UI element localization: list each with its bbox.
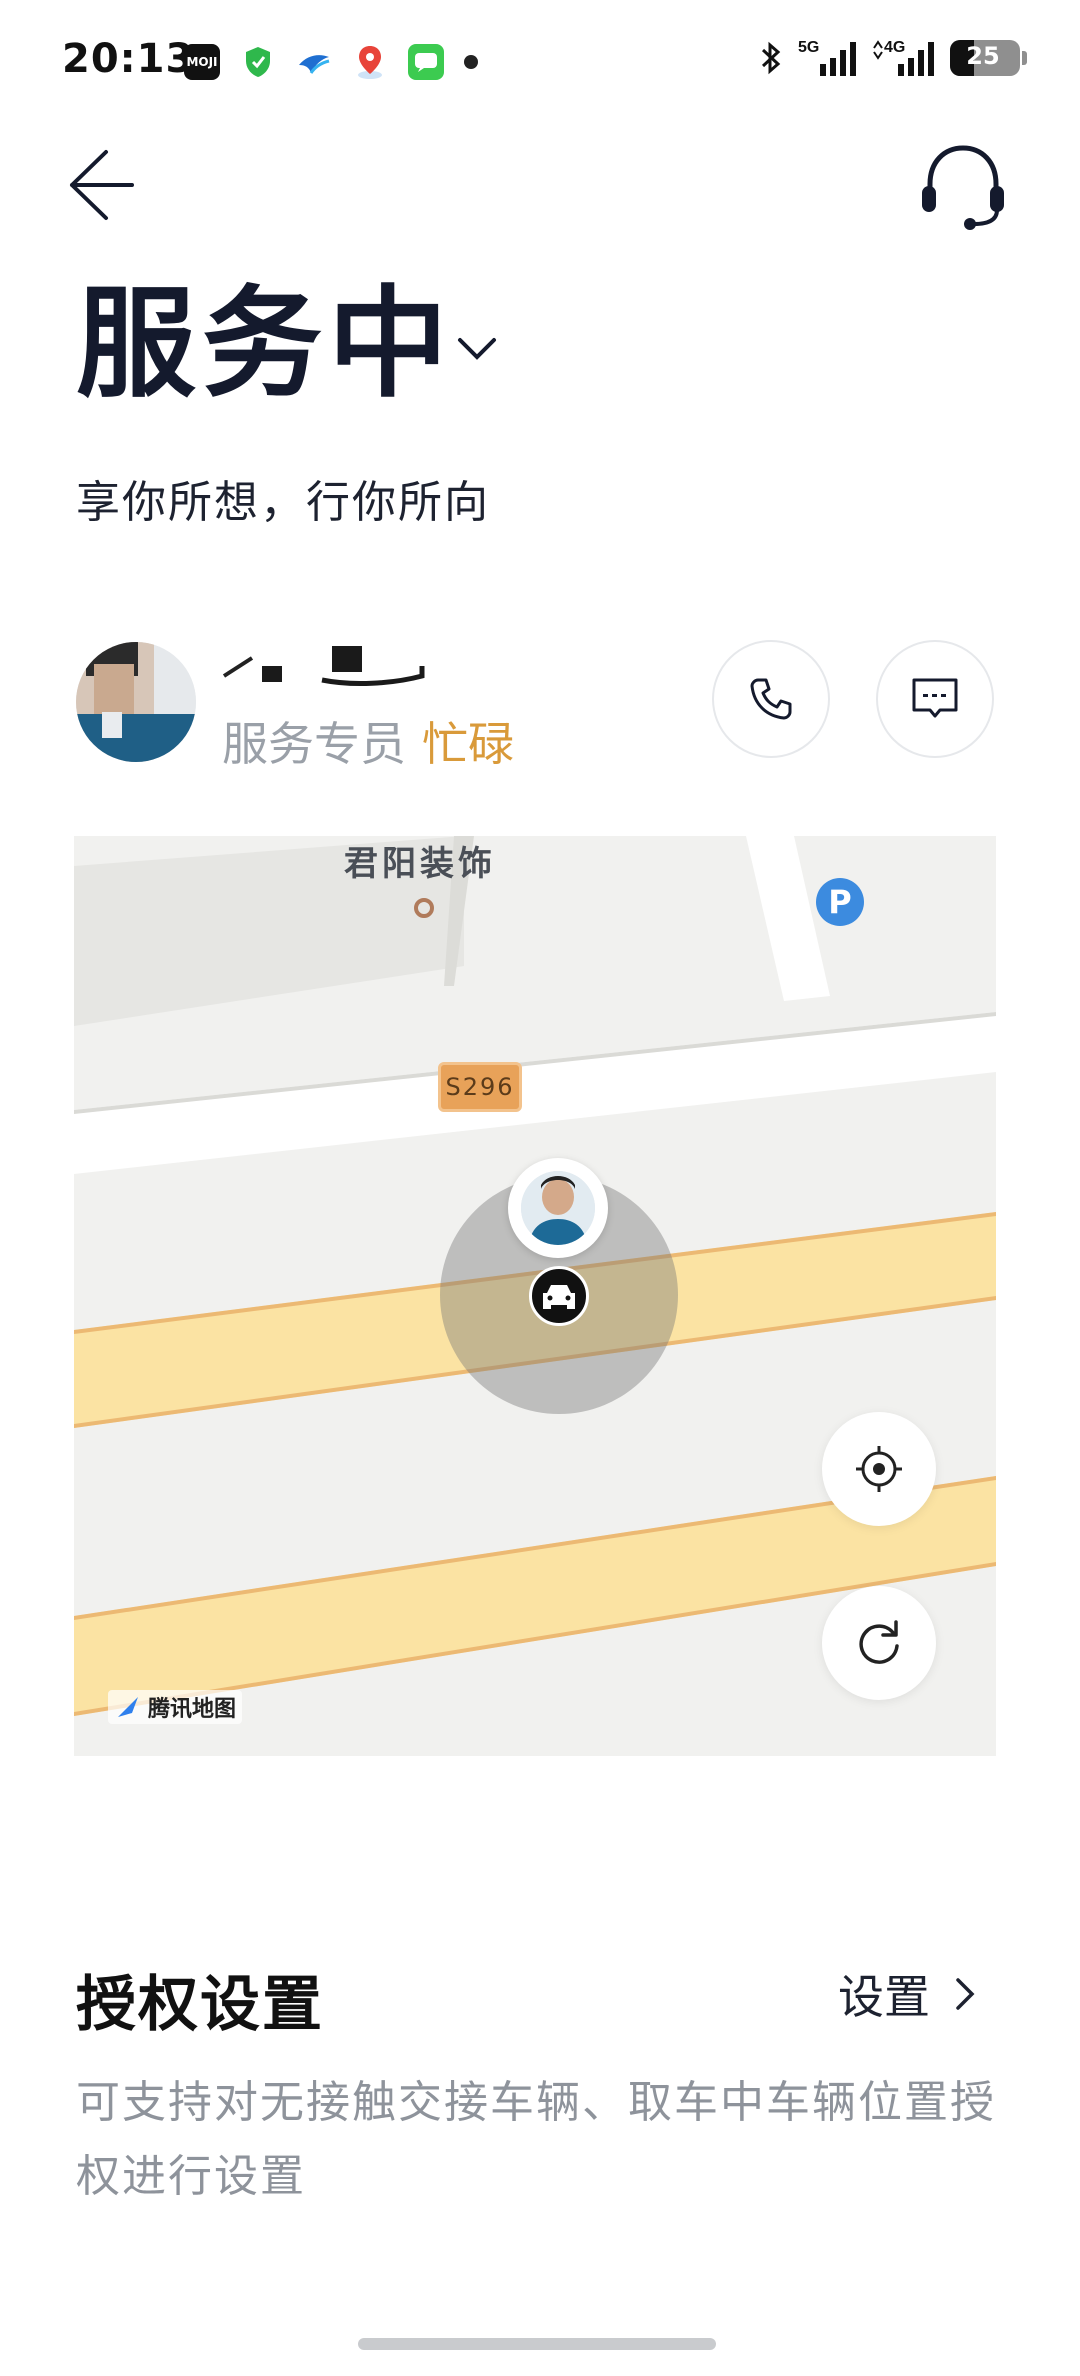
- arrow-left-icon: [70, 150, 134, 220]
- car-marker: [529, 1266, 589, 1326]
- status-dropdown[interactable]: [452, 330, 502, 370]
- customer-service-button[interactable]: [908, 136, 1018, 236]
- authorization-settings-label: 设置: [838, 1970, 930, 2024]
- bird-icon: [296, 44, 332, 80]
- map-pin-icon: [352, 44, 388, 80]
- svg-text:4G: 4G: [884, 39, 905, 56]
- svg-text:5G: 5G: [798, 39, 819, 56]
- headset-icon: [922, 145, 1004, 230]
- status-bar: 20:13 MOJI 5G 4G 25: [0, 0, 1080, 120]
- agent-role-label: 服务专员: [222, 717, 406, 771]
- authorization-description: 可支持对无接触交接车辆、取车中车辆位置授权进行设置: [76, 2077, 996, 2202]
- subtitle: 享你所想，行你所向: [76, 477, 490, 528]
- signal-5g-icon: 5G: [798, 39, 856, 76]
- road-shield: S296: [438, 1062, 522, 1112]
- locate-icon: [856, 1446, 902, 1492]
- home-indicator[interactable]: [358, 2338, 716, 2350]
- messages-icon: [408, 44, 444, 80]
- bluetooth-icon: [761, 41, 781, 75]
- agent-role: 服务专员 忙碌: [222, 708, 514, 774]
- parking-icon: P: [816, 878, 864, 926]
- status-time: 20:13: [62, 36, 195, 82]
- moji-weather-icon: MOJI: [184, 44, 220, 80]
- driver-avatar: [521, 1171, 595, 1245]
- notification-icons: MOJI: [184, 44, 478, 80]
- agent-status: 忙碌: [422, 717, 514, 771]
- back-button[interactable]: [62, 140, 142, 230]
- message-icon: [912, 678, 958, 718]
- phone-icon: [750, 678, 792, 720]
- map-poi-label: 君阳装饰: [344, 844, 496, 884]
- call-button[interactable]: [712, 640, 830, 758]
- chevron-right-icon: [956, 1978, 975, 2010]
- page-title: 服务中: [76, 275, 454, 414]
- authorization-settings-link[interactable]: 设置: [838, 1964, 978, 2024]
- status-right: 5G 4G 25: [760, 38, 1027, 78]
- refresh-button[interactable]: [822, 1586, 936, 1700]
- signal-4g-icon: 4G: [873, 39, 934, 76]
- map-provider-logo: 腾讯地图: [108, 1690, 243, 1724]
- driver-avatar-pin[interactable]: [508, 1158, 608, 1258]
- dot-icon: [464, 55, 478, 69]
- shield-icon: [240, 44, 276, 80]
- locate-button[interactable]: [822, 1412, 936, 1526]
- car-icon: [543, 1285, 575, 1309]
- battery-indicator: 25: [950, 40, 1027, 76]
- message-button[interactable]: [876, 640, 994, 758]
- refresh-icon: [859, 1620, 899, 1664]
- agent-name-redacted: [222, 636, 462, 696]
- agent-avatar: [76, 642, 196, 762]
- map-provider-label: 腾讯地图: [148, 1697, 237, 1722]
- tencent-map-icon: [118, 1697, 138, 1717]
- chevron-down-icon: [458, 338, 496, 360]
- authorization-title: 授权设置: [76, 1970, 324, 2040]
- map-view[interactable]: 君阳装饰 P S296 腾讯地图: [74, 836, 996, 1756]
